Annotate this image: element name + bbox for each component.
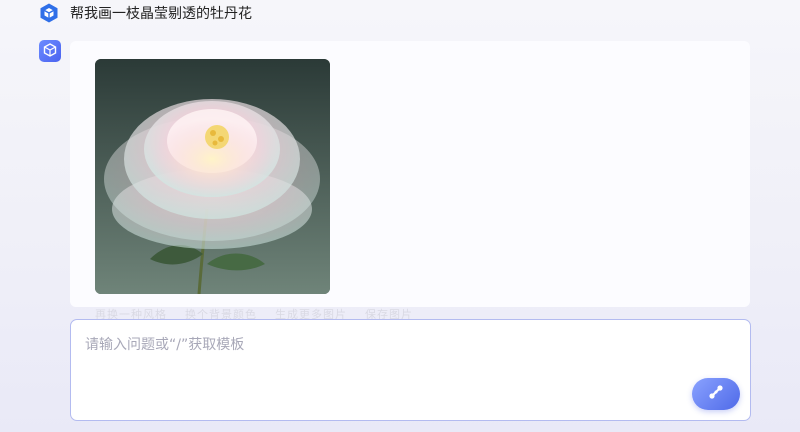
send-button[interactable] <box>692 378 740 410</box>
user-message-text: 帮我画一枝晶莹剔透的牡丹花 <box>70 6 252 22</box>
send-icon <box>707 383 725 405</box>
chat-input[interactable] <box>83 332 687 366</box>
cube-icon <box>43 42 57 61</box>
cube-icon <box>38 2 60 24</box>
generated-image[interactable] <box>95 59 330 294</box>
user-message-row: 帮我画一枝晶莹剔透的牡丹花 <box>38 2 252 24</box>
bot-avatar <box>39 40 61 62</box>
answer-card <box>70 41 750 307</box>
chat-input-box <box>70 319 751 421</box>
